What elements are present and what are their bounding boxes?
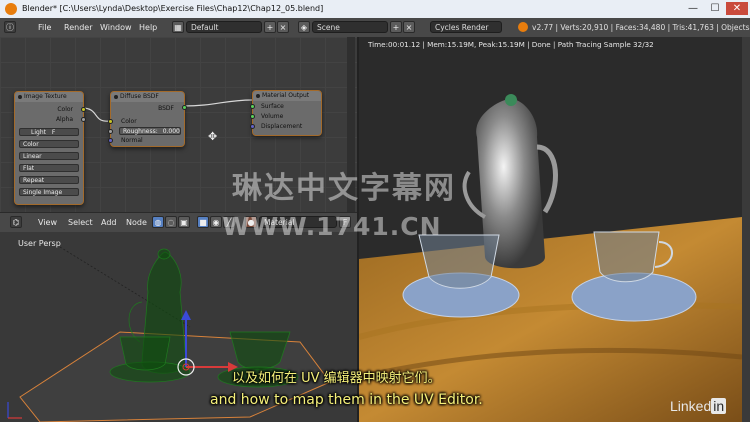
- image-texture-output-alpha: Alpha: [55, 116, 73, 123]
- color-output-socket[interactable]: [81, 107, 86, 112]
- roughness-field[interactable]: Roughness: 0.000: [119, 127, 181, 135]
- surface-input-socket[interactable]: [250, 104, 255, 109]
- diffuse-input-normal: Normal: [121, 137, 143, 144]
- blender-logo-icon: [5, 3, 17, 15]
- properties-region-edge[interactable]: [742, 37, 750, 422]
- roughness-label: Roughness:: [123, 128, 158, 135]
- mouse-cursor-icon: ✥: [208, 130, 218, 143]
- alpha-output-socket[interactable]: [81, 117, 86, 122]
- remove-layout-button[interactable]: ×: [277, 21, 289, 33]
- menu-render[interactable]: Render: [64, 23, 92, 32]
- node-menu-select[interactable]: Select: [68, 218, 93, 227]
- image-name: Light: [31, 129, 46, 136]
- diffuse-input-color: Color: [121, 118, 137, 125]
- bsdf-output-socket[interactable]: [182, 105, 187, 110]
- menu-file[interactable]: File: [38, 23, 51, 32]
- window-title-bar: Blender* [C:\Users\Lynda\Desktop\Exercis…: [0, 0, 750, 18]
- output-displacement: Displacement: [261, 123, 303, 130]
- displacement-input-socket[interactable]: [250, 124, 255, 129]
- color-space-dropdown[interactable]: Color: [19, 140, 79, 148]
- linkedin-logo-text: Linked: [670, 398, 712, 414]
- image-texture-output-color: Color: [57, 106, 73, 113]
- menu-help[interactable]: Help: [139, 23, 157, 32]
- blender-icon: [518, 22, 528, 32]
- close-button[interactable]: ✕: [726, 2, 748, 15]
- output-node-title: Material Output: [253, 91, 321, 101]
- color-input-socket[interactable]: [108, 119, 113, 124]
- output-surface: Surface: [261, 103, 284, 110]
- watermark-url: WWW.1741.CN: [222, 212, 442, 241]
- screen-layout-dropdown[interactable]: Default: [186, 21, 262, 33]
- diffuse-output-bsdf: BSDF: [158, 105, 174, 112]
- menu-window[interactable]: Window: [100, 23, 132, 32]
- screen-layout-icon[interactable]: ▦: [172, 21, 184, 33]
- editor-type-icon[interactable]: ⓘ: [4, 21, 16, 33]
- image-selector[interactable]: Light F: [19, 128, 79, 136]
- interpolation-dropdown[interactable]: Linear: [19, 152, 79, 160]
- subtitle-chinese: 以及如何在 UV 编辑器中映射它们。: [232, 371, 441, 386]
- image-fake-user: F: [51, 129, 56, 136]
- output-volume: Volume: [261, 113, 284, 120]
- node-menu-view[interactable]: View: [38, 218, 57, 227]
- minimize-button[interactable]: —: [682, 2, 704, 15]
- compositing-nodes-icon[interactable]: ▣: [178, 216, 190, 228]
- material-output-node[interactable]: Material Output Surface Volume Displacem…: [250, 90, 322, 136]
- extension-dropdown[interactable]: Repeat: [19, 176, 79, 184]
- render-status: Time:00:01.12 | Mem:15.19M, Peak:15.19M …: [368, 40, 654, 49]
- roughness-input-socket[interactable]: [108, 129, 113, 134]
- scene-dropdown[interactable]: Scene: [312, 21, 388, 33]
- volume-input-socket[interactable]: [250, 114, 255, 119]
- image-texture-node[interactable]: Image Texture Color Alpha Light F Color …: [14, 91, 86, 205]
- add-scene-button[interactable]: +: [390, 21, 402, 33]
- object-shader-icon[interactable]: ■: [197, 216, 209, 228]
- projection-dropdown[interactable]: Flat: [19, 164, 79, 172]
- linkedin-logo: Linked in: [670, 398, 727, 414]
- image-texture-node-title: Image Texture: [15, 92, 83, 102]
- node-editor-type-icon[interactable]: ⌬: [10, 216, 22, 228]
- source-dropdown[interactable]: Single Image: [19, 188, 79, 196]
- window-title: Blender* [C:\Users\Lynda\Desktop\Exercis…: [22, 4, 324, 13]
- watermark-chinese: 琳达中文字幕网: [232, 171, 456, 206]
- shader-nodes-icon[interactable]: ◍: [152, 216, 164, 228]
- scene-stats: v2.77 | Verts:20,910 | Faces:34,480 | Tr…: [532, 23, 750, 32]
- render-engine-dropdown[interactable]: Cycles Render: [430, 21, 502, 33]
- linkedin-logo-in: in: [711, 398, 727, 414]
- subtitle-english: and how to map them in the UV Editor.: [210, 392, 483, 408]
- scene-icon[interactable]: ◈: [298, 21, 310, 33]
- normal-input-socket[interactable]: [108, 138, 113, 143]
- world-shader-icon[interactable]: ◉: [210, 216, 222, 228]
- remove-scene-button[interactable]: ×: [403, 21, 415, 33]
- node-menu-add[interactable]: Add: [101, 218, 117, 227]
- add-layout-button[interactable]: +: [264, 21, 276, 33]
- roughness-value: 0.000: [162, 128, 180, 135]
- info-header: ⓘ File Render Window Help ▦ Default + × …: [0, 18, 750, 38]
- texture-nodes-icon[interactable]: ◌: [165, 216, 177, 228]
- diffuse-node-title: Diffuse BSDF: [111, 92, 184, 102]
- node-menu-node[interactable]: Node: [126, 218, 147, 227]
- maximize-button[interactable]: ☐: [704, 2, 726, 15]
- diffuse-bsdf-node[interactable]: Diffuse BSDF BSDF Color Roughness: 0.000…: [108, 91, 187, 147]
